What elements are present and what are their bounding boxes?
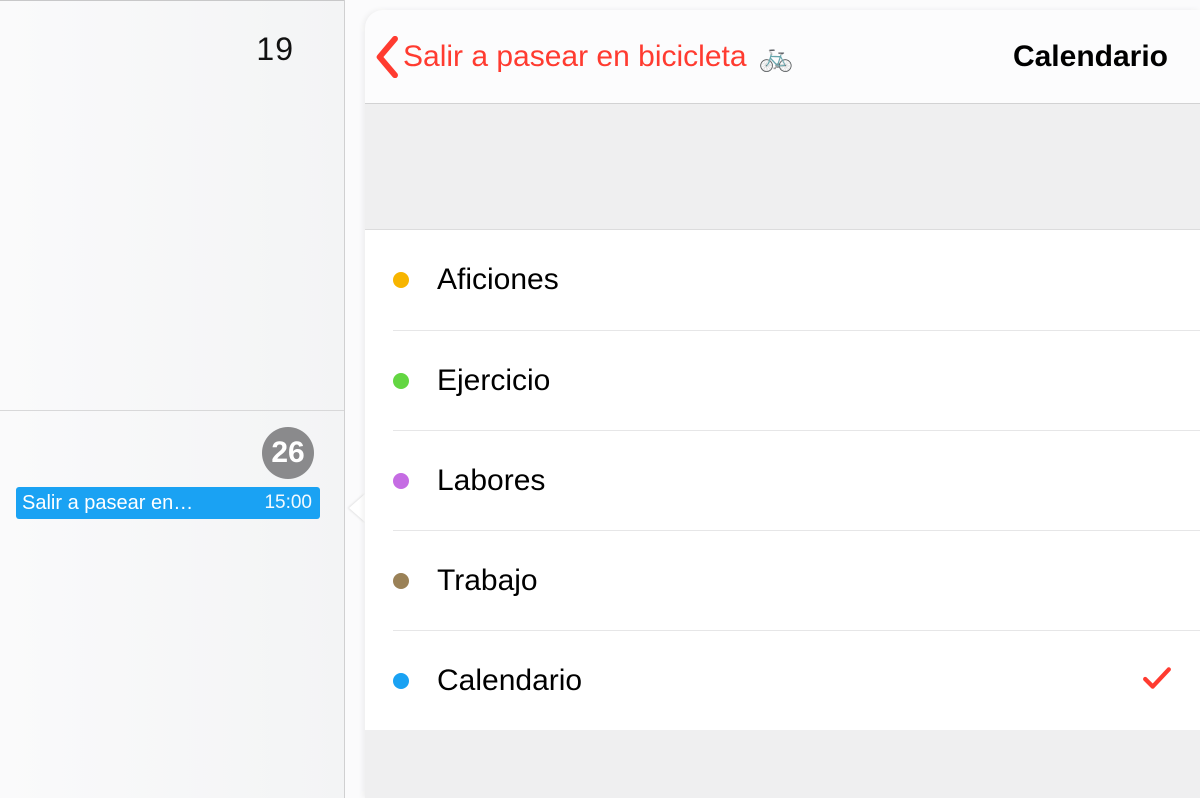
calendar-option-aficiones[interactable]: Aficiones: [365, 230, 1200, 330]
calendar-option-label: Aficiones: [437, 263, 559, 297]
calendar-option-trabajo[interactable]: Trabajo: [393, 530, 1200, 630]
month-column: 19 26 Salir a pasear en… 15:00: [0, 0, 345, 798]
calendar-option-label: Ejercicio: [437, 364, 550, 398]
calendar-color-dot: [393, 373, 409, 389]
popover-pointer-icon: [349, 494, 365, 522]
calendar-picker-popover: Salir a pasear en bicicleta 🚲 Calendario…: [365, 10, 1200, 798]
calendar-color-dot: [393, 272, 409, 288]
back-button-label: Salir a pasear en bicicleta: [403, 40, 747, 74]
calendar-list: Aficiones Ejercicio Labores Trabajo Cale…: [365, 230, 1200, 730]
day-cell[interactable]: 26 Salir a pasear en… 15:00: [0, 410, 344, 798]
check-icon: [1142, 664, 1172, 697]
bicycle-icon: 🚲: [759, 40, 794, 73]
calendar-color-dot: [393, 673, 409, 689]
nav-bar: Salir a pasear en bicicleta 🚲 Calendario: [365, 10, 1200, 104]
day-cell[interactable]: 19: [0, 0, 344, 94]
calendar-color-dot: [393, 473, 409, 489]
calendar-option-label: Calendario: [437, 664, 582, 698]
day-number-today: 26: [262, 427, 314, 479]
back-button[interactable]: Salir a pasear en bicicleta 🚲: [371, 28, 797, 86]
event-title: Salir a pasear en…: [22, 492, 256, 515]
calendar-option-labores[interactable]: Labores: [393, 430, 1200, 530]
calendar-option-calendario[interactable]: Calendario: [393, 630, 1200, 730]
calendar-color-dot: [393, 573, 409, 589]
chevron-left-icon: [375, 36, 401, 78]
calendar-option-label: Labores: [437, 464, 545, 498]
nav-title: Calendario: [1013, 40, 1178, 74]
day-number: 19: [256, 31, 294, 68]
section-gap: [365, 104, 1200, 230]
calendar-option-ejercicio[interactable]: Ejercicio: [393, 330, 1200, 430]
calendar-event[interactable]: Salir a pasear en… 15:00: [16, 487, 320, 519]
calendar-option-label: Trabajo: [437, 564, 538, 598]
event-time: 15:00: [264, 492, 312, 514]
